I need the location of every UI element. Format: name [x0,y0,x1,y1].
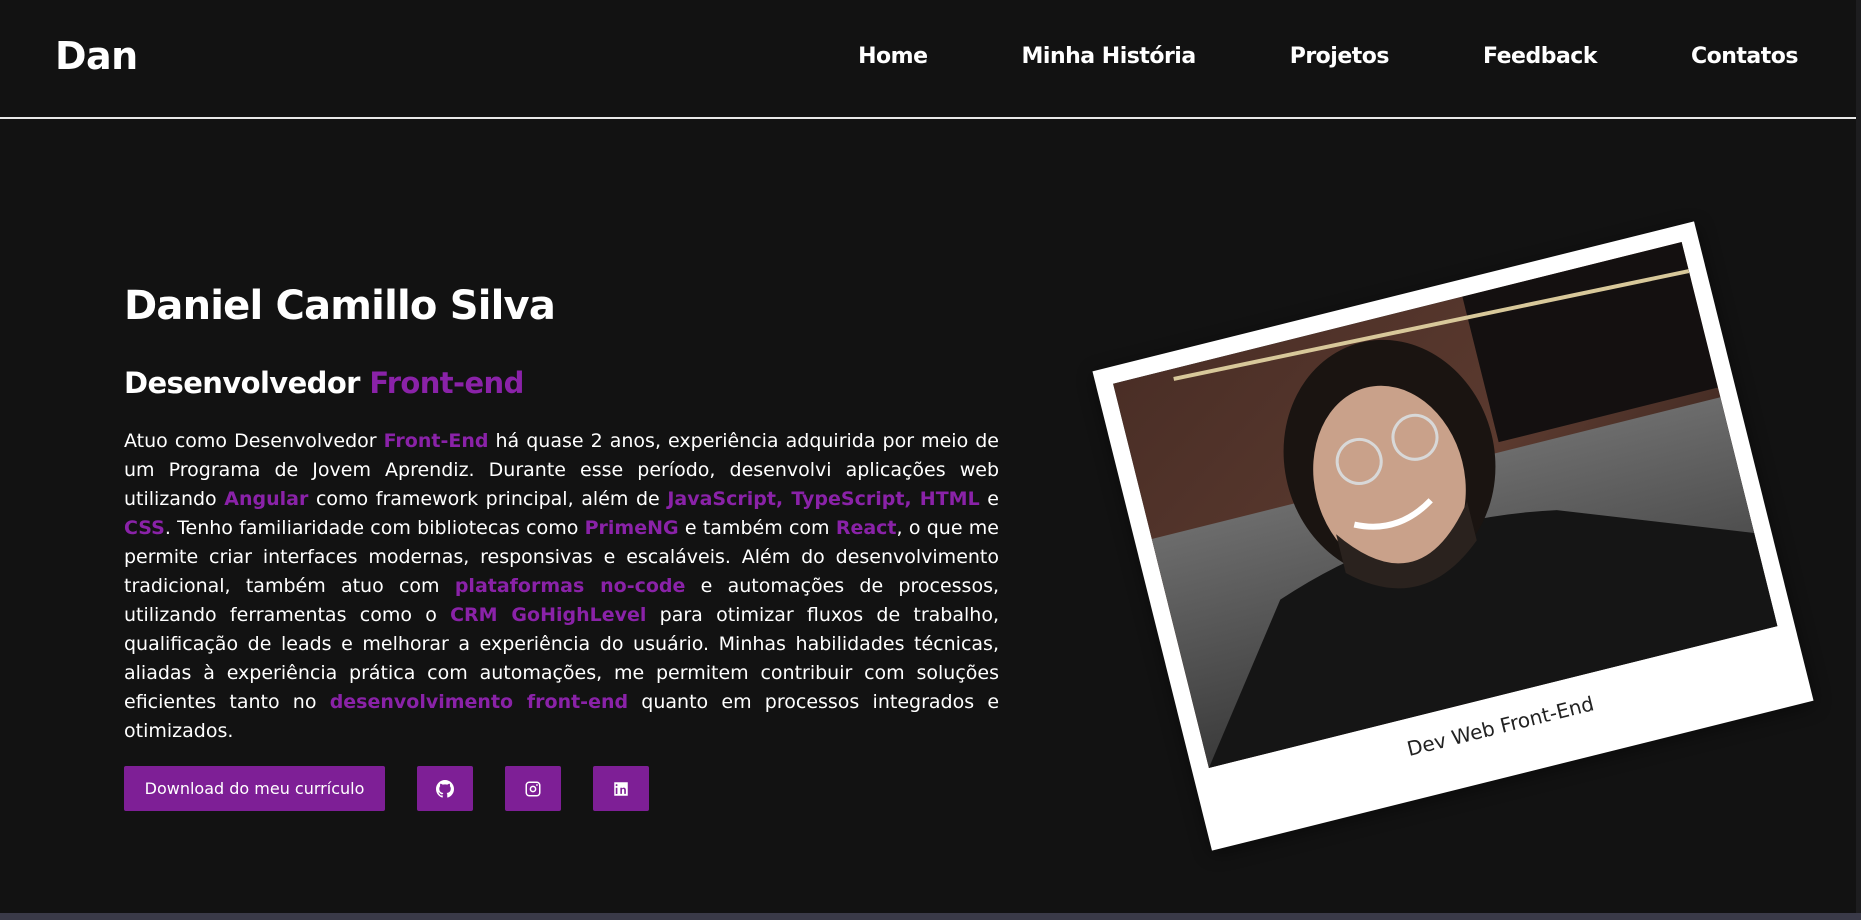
about-highlight: desenvolvimento front-end [329,691,629,713]
about-text-segment: Atuo como Desenvolvedor [124,430,384,452]
role-accent: Front-end [369,366,524,400]
nav-feedback[interactable]: Feedback [1483,44,1598,69]
about-text-segment: e [979,488,999,510]
nav-minha-historia[interactable]: Minha História [1022,44,1197,69]
bottom-edge-strip [0,913,1861,920]
about-highlight: Angular [224,488,309,510]
hero-actions: Download do meu currículo [124,766,999,811]
hero-name: Daniel Camillo Silva [124,283,556,329]
role-prefix: Desenvolvedor [124,366,370,400]
github-button[interactable] [417,766,473,811]
about-highlight: React [835,517,897,539]
hero-section: Daniel Camillo Silva Desenvolvedor Front… [124,282,999,811]
instagram-icon [525,781,541,796]
site-logo[interactable]: Dan [55,34,138,78]
download-cv-button[interactable]: Download do meu currículo [124,766,385,811]
scrollbar-track[interactable] [1856,0,1861,920]
about-text-segment: . Tenho familiaridade com bibliotecas co… [164,517,585,539]
main-nav: Home Minha História Projetos Feedback Co… [858,44,1798,69]
about-highlight: CRM GoHighLevel [450,604,647,626]
instagram-button[interactable] [505,766,561,811]
profile-polaroid: Dev Web Front-End [1092,221,1814,851]
nav-projetos[interactable]: Projetos [1290,44,1390,69]
about-highlight: Front-End [383,430,489,452]
about-paragraph: Atuo como Desenvolvedor Front-End há qua… [124,427,999,746]
hero-role: Desenvolvedor Front-end [124,365,999,401]
linkedin-button[interactable] [593,766,649,811]
nav-contatos[interactable]: Contatos [1691,44,1799,69]
about-highlight: CSS [124,517,165,539]
about-text-segment: e também com [678,517,836,539]
about-highlight: JavaScript, TypeScript, HTML [667,488,980,510]
about-text-segment: como framework principal, além de [308,488,668,510]
github-icon [436,779,454,798]
nav-home[interactable]: Home [858,44,928,69]
about-highlight: PrimeNG [584,517,679,539]
linkedin-icon [614,781,628,796]
about-highlight: plataformas no-code [454,575,686,597]
top-navbar: Dan Home Minha História Projetos Feedbac… [0,0,1856,119]
